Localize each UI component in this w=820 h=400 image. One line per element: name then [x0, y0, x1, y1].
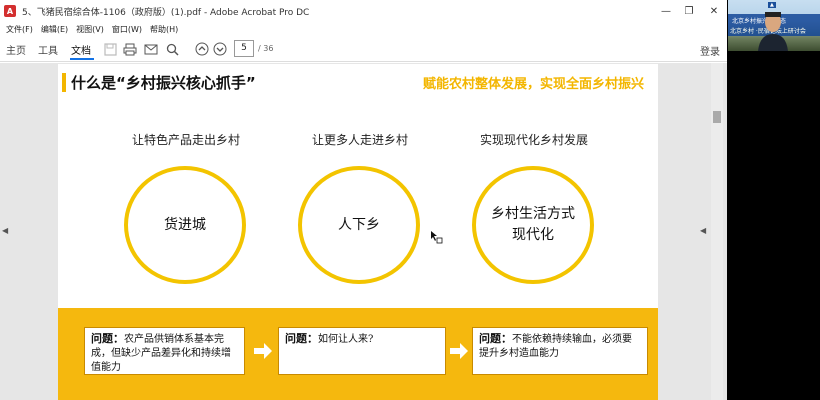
speaker-avatar	[758, 12, 788, 51]
vertical-scrollbar[interactable]	[711, 63, 723, 400]
problem-box-2: 问题：如何让人来?	[278, 327, 446, 375]
problem-text-2: 如何让人来?	[318, 334, 374, 345]
slide-title: 什么是“乡村振兴核心抓手”	[71, 74, 256, 92]
active-tab-indicator	[70, 58, 94, 60]
column-label-3: 实现现代化乡村发展	[479, 133, 588, 147]
circle-modernization: 乡村生活方式 现代化	[472, 166, 594, 284]
title-accent-bar	[62, 73, 66, 92]
restore-button[interactable]: ❐	[678, 3, 700, 19]
menu-help[interactable]: 帮助(H)	[150, 24, 178, 35]
circle-text-2: 人下乡	[338, 216, 380, 233]
menu-edit[interactable]: 编辑(E)	[41, 24, 68, 35]
previous-page-icon[interactable]	[194, 41, 210, 57]
circle-people-to-country: 人下乡	[298, 166, 420, 284]
video-thumbnail[interactable]: ▲ 北京乡村振兴新业态 北京乡村 ·民宿论坛上研讨会	[728, 0, 820, 51]
column-label-2: 让更多人走进乡村	[311, 133, 408, 147]
problem-label-1: 问题：	[91, 332, 124, 345]
column-label-1: 让特色产品走出乡村	[131, 133, 240, 147]
document-viewer[interactable]: ◀ ◀ 什么是“乡村振兴核心抓手” 赋能农村整体发展，实现全面乡村振兴 让特色产…	[0, 63, 727, 400]
minimize-button[interactable]: —	[655, 3, 677, 19]
left-panel-toggle-icon[interactable]: ◀	[2, 226, 8, 235]
acrobat-app-icon: A	[4, 5, 16, 17]
problem-band: 问题：农产品供销体系基本完成，但缺少产品差异化和持续增值能力 问题：如何让人来?…	[58, 308, 658, 400]
problem-box-1: 问题：农产品供销体系基本完成，但缺少产品差异化和持续增值能力	[84, 327, 245, 375]
slide-slogan: 赋能农村整体发展，实现全面乡村振兴	[422, 77, 644, 92]
right-panel-toggle-icon[interactable]: ◀	[700, 226, 706, 235]
menu-view[interactable]: 视图(V)	[76, 24, 104, 35]
circle-text-1: 货进城	[164, 216, 206, 233]
login-link[interactable]: 登录	[700, 43, 720, 58]
page-number-input[interactable]: 5	[234, 40, 254, 57]
tab-home[interactable]: 主页	[6, 42, 26, 57]
save-icon[interactable]	[102, 41, 118, 57]
circle-goods-to-city: 货进城	[124, 166, 246, 284]
acrobat-window: A 5、飞猪民宿综合体-1106（政府版）(1).pdf - Adobe Acr…	[0, 0, 727, 400]
menu-window[interactable]: 窗口(W)	[112, 24, 142, 35]
title-bar: A 5、飞猪民宿综合体-1106（政府版）(1).pdf - Adobe Acr…	[0, 0, 727, 22]
arrow-right-icon	[450, 343, 468, 359]
menu-bar: 文件(F) 编辑(E) 视图(V) 窗口(W) 帮助(H)	[0, 22, 727, 36]
window-title: 5、飞猪民宿综合体-1106（政府版）(1).pdf - Adobe Acrob…	[22, 7, 310, 18]
next-page-icon[interactable]	[212, 41, 228, 57]
scroll-thumb[interactable]	[713, 111, 721, 123]
menu-file[interactable]: 文件(F)	[6, 24, 33, 35]
pdf-page: 什么是“乡村振兴核心抓手” 赋能农村整体发展，实现全面乡村振兴 让特色产品走出乡…	[58, 64, 658, 400]
print-icon[interactable]	[122, 41, 138, 57]
problem-label-3: 问题：	[479, 332, 512, 345]
circle-text-3: 乡村生活方式 现代化	[491, 206, 575, 243]
toolbar: 主页 工具 文档 5 / 36 登录	[0, 36, 727, 62]
arrow-right-icon	[254, 343, 272, 359]
search-icon[interactable]	[164, 41, 180, 57]
email-icon[interactable]	[143, 41, 159, 57]
problem-label-2: 问题：	[285, 332, 318, 345]
close-button[interactable]: ✕	[703, 3, 725, 19]
mouse-cursor-icon	[431, 231, 443, 244]
tab-tools[interactable]: 工具	[38, 42, 58, 57]
page-total: / 36	[258, 44, 274, 53]
problem-box-3: 问题：不能依赖持续输血，必须要提升乡村造血能力	[472, 327, 648, 375]
tab-document[interactable]: 文档	[71, 42, 91, 57]
